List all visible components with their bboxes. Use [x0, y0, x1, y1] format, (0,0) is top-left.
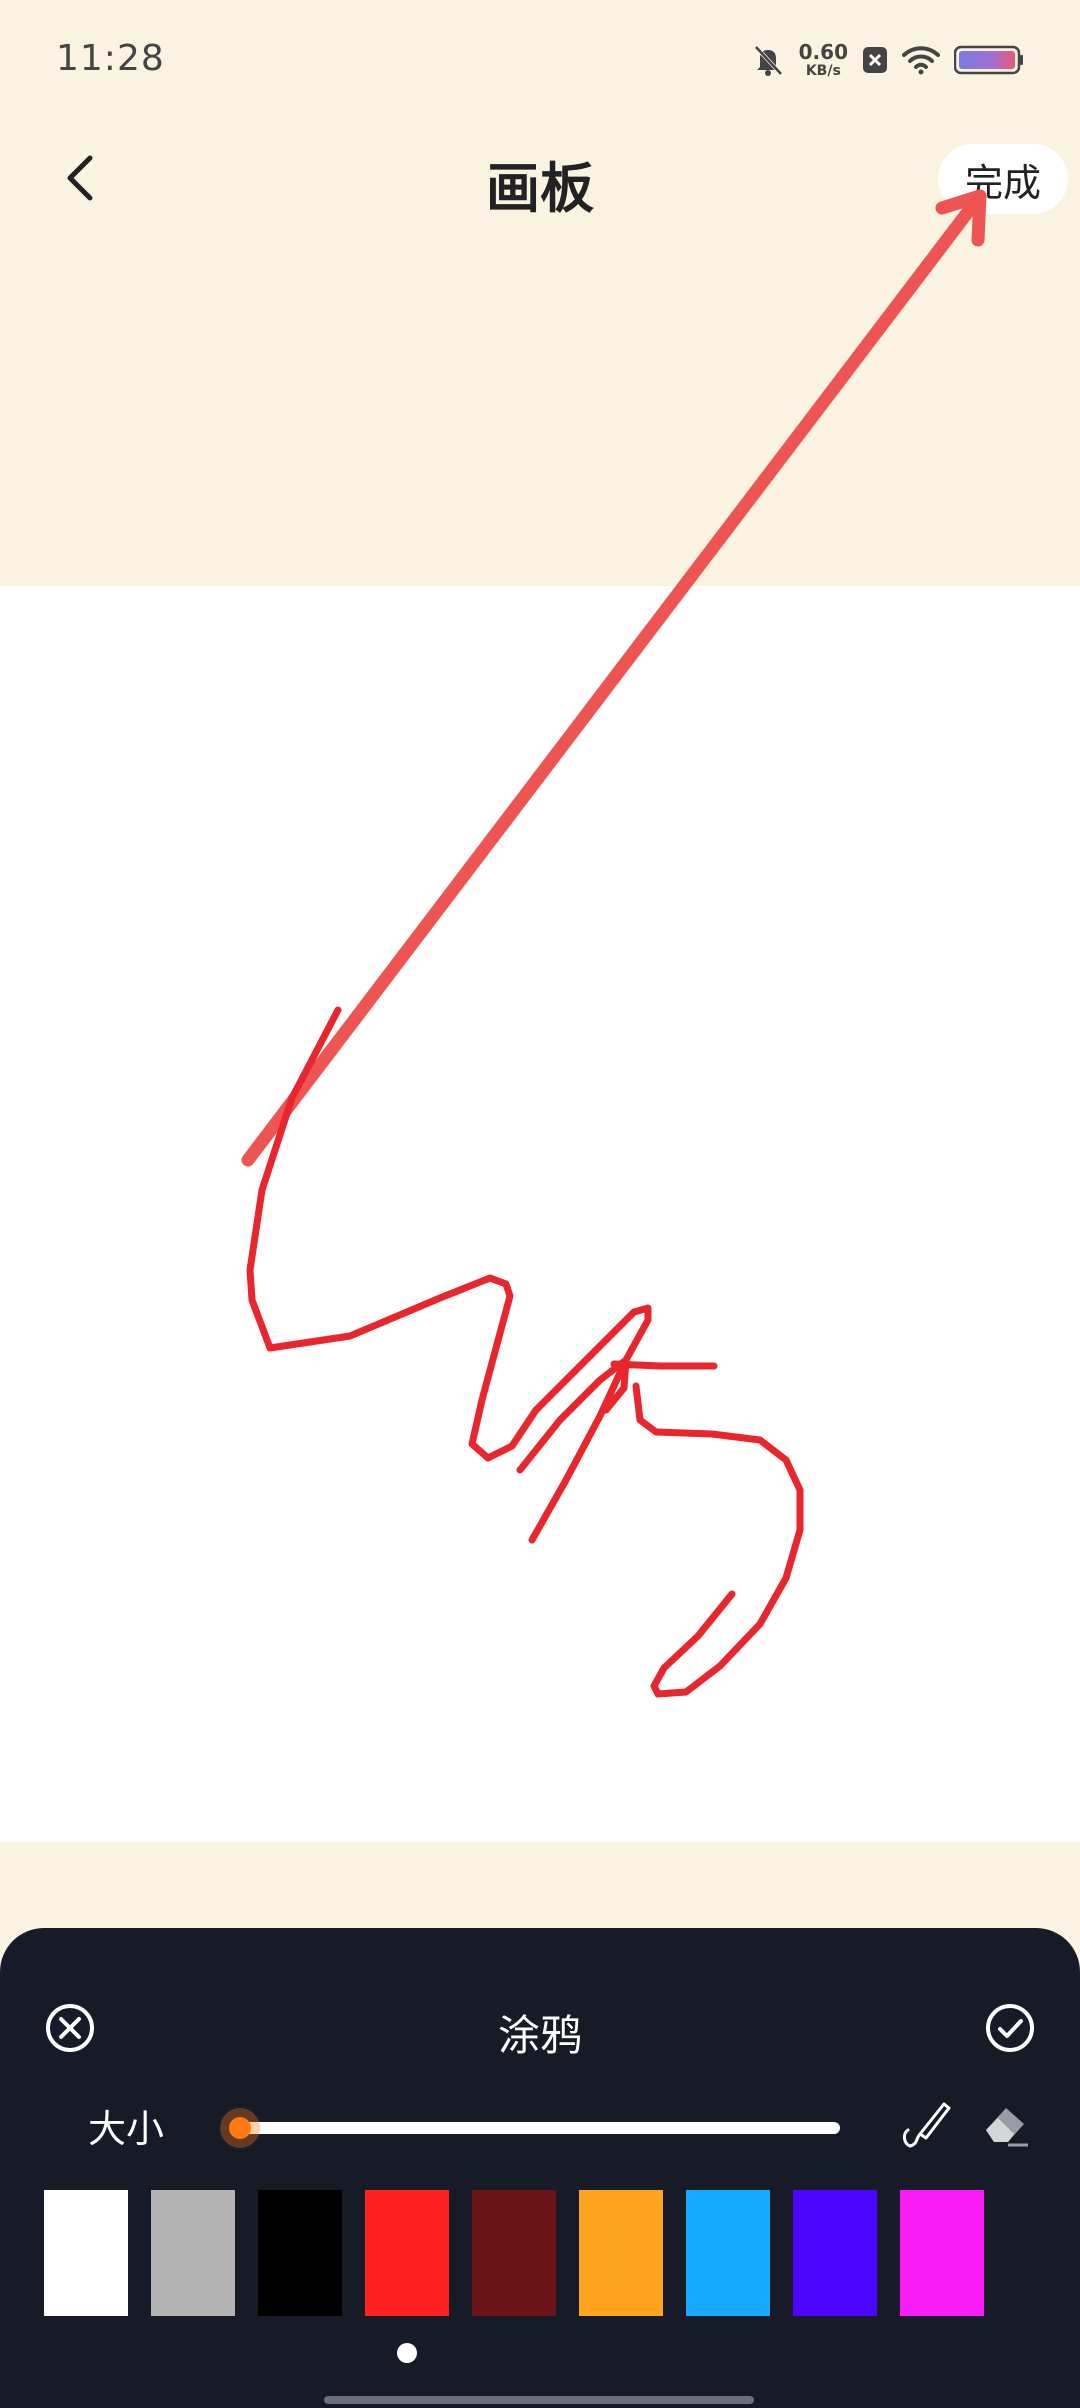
net-speed: 0.60 KB/s [799, 42, 848, 78]
doodle-panel: 涂鸦 大小 [0, 1928, 1080, 2408]
home-indicator[interactable] [324, 2396, 754, 2404]
done-button[interactable]: 完成 [938, 144, 1068, 214]
color-swatch-white[interactable] [44, 2190, 128, 2316]
battery-icon [954, 45, 1023, 75]
wifi-icon [902, 46, 940, 75]
color-swatch-gray[interactable] [151, 2190, 235, 2316]
confirm-circle-icon[interactable] [980, 1998, 1040, 2058]
net-speed-value: 0.60 [798, 40, 848, 64]
status-icons: 0.60 KB/s [737, 40, 1024, 80]
notification-x-icon [863, 47, 887, 73]
drawing-canvas[interactable] [0, 586, 1080, 1842]
status-bar: 11:28 0.60 KB/s [0, 0, 1080, 120]
slider-track [240, 2122, 840, 2134]
color-palette [44, 2190, 1044, 2316]
color-swatch-black[interactable] [258, 2190, 342, 2316]
net-speed-unit: KB/s [805, 63, 841, 79]
status-time: 11:28 [56, 38, 165, 79]
page-title: 画板 [486, 157, 594, 220]
color-swatch-sky-blue[interactable] [686, 2190, 770, 2316]
color-swatch-magenta[interactable] [900, 2190, 984, 2316]
eraser-icon[interactable] [978, 2096, 1034, 2152]
page-indicator-dot [397, 2343, 417, 2363]
size-slider[interactable] [220, 2104, 840, 2152]
color-swatch-violet[interactable] [793, 2190, 877, 2316]
mute-bell-icon [754, 45, 783, 76]
color-swatch-orange[interactable] [579, 2190, 663, 2316]
panel-title: 涂鸦 [497, 2011, 582, 2060]
size-label: 大小 [88, 2107, 165, 2151]
brush-icon[interactable] [896, 2094, 956, 2154]
slider-thumb[interactable] [229, 2117, 251, 2139]
app-header: 画板 完成 [0, 120, 1080, 240]
color-swatch-red[interactable] [365, 2190, 449, 2316]
color-swatch-dark-red[interactable] [472, 2190, 556, 2316]
